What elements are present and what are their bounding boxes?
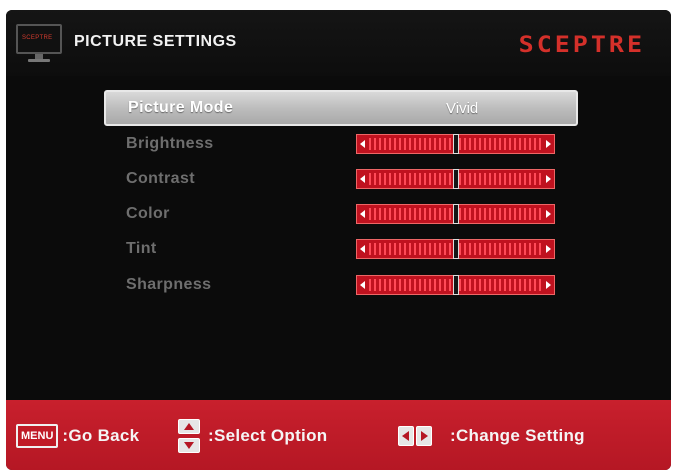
hint-go-back: MENU :Go Back — [16, 424, 139, 448]
slider-left-arrow-icon[interactable] — [360, 175, 365, 183]
header: SCEPTRE PICTURE SETTINGS SCEPTRE — [6, 10, 671, 76]
settings-menu: Picture Mode Vivid Brightness Contrast C… — [6, 90, 671, 390]
slider-right-arrow-icon[interactable] — [546, 281, 551, 289]
menu-item-brightness[interactable]: Brightness — [104, 127, 578, 161]
slider-thumb[interactable] — [452, 239, 459, 259]
slider-right-arrow-icon[interactable] — [546, 245, 551, 253]
hint-text: :Change Setting — [450, 426, 585, 445]
menu-item-tint[interactable]: Tint — [104, 232, 578, 266]
slider-thumb[interactable] — [452, 134, 459, 154]
slider-left-arrow-icon[interactable] — [360, 210, 365, 218]
contrast-slider[interactable] — [356, 169, 555, 189]
menu-item-label: Contrast — [126, 170, 195, 187]
page-title: PICTURE SETTINGS — [74, 33, 237, 50]
menu-item-label: Brightness — [126, 135, 214, 152]
menu-item-label: Color — [126, 205, 170, 222]
slider-right-arrow-icon[interactable] — [546, 140, 551, 148]
footer-hints: MENU :Go Back :Select Option :Change Set… — [6, 400, 671, 470]
menu-item-label: Sharpness — [126, 276, 212, 293]
menu-item-contrast[interactable]: Contrast — [104, 162, 578, 196]
tv-icon: SCEPTRE — [16, 24, 62, 62]
slider-left-arrow-icon[interactable] — [360, 140, 365, 148]
osd-window: SCEPTRE PICTURE SETTINGS SCEPTRE Picture… — [6, 10, 671, 470]
picture-mode-value: Vivid — [446, 100, 479, 117]
slider-left-arrow-icon[interactable] — [360, 281, 365, 289]
menu-key-icon: MENU — [16, 424, 59, 448]
menu-item-color[interactable]: Color — [104, 197, 578, 231]
tv-icon-text: SCEPTRE — [22, 35, 53, 41]
brand-logo: SCEPTRE — [518, 31, 645, 58]
hint-text: :Go Back — [62, 426, 140, 445]
slider-thumb[interactable] — [452, 169, 459, 189]
left-right-keys-icon — [398, 426, 432, 446]
brightness-slider[interactable] — [356, 134, 555, 154]
sharpness-slider[interactable] — [356, 275, 555, 295]
menu-item-label: Tint — [126, 240, 157, 257]
slider-thumb[interactable] — [452, 204, 459, 224]
hint-select-option: :Select Option — [178, 419, 328, 453]
slider-right-arrow-icon[interactable] — [546, 175, 551, 183]
hint-change-setting: :Change Setting — [398, 424, 585, 448]
menu-item-picture-mode[interactable]: Picture Mode Vivid — [104, 90, 578, 126]
up-down-keys-icon — [178, 419, 200, 453]
menu-item-label: Picture Mode — [128, 99, 234, 116]
slider-right-arrow-icon[interactable] — [546, 210, 551, 218]
tint-slider[interactable] — [356, 239, 555, 259]
hint-text: :Select Option — [208, 426, 328, 445]
slider-left-arrow-icon[interactable] — [360, 245, 365, 253]
color-slider[interactable] — [356, 204, 555, 224]
slider-thumb[interactable] — [452, 275, 459, 295]
menu-item-sharpness[interactable]: Sharpness — [104, 268, 578, 302]
